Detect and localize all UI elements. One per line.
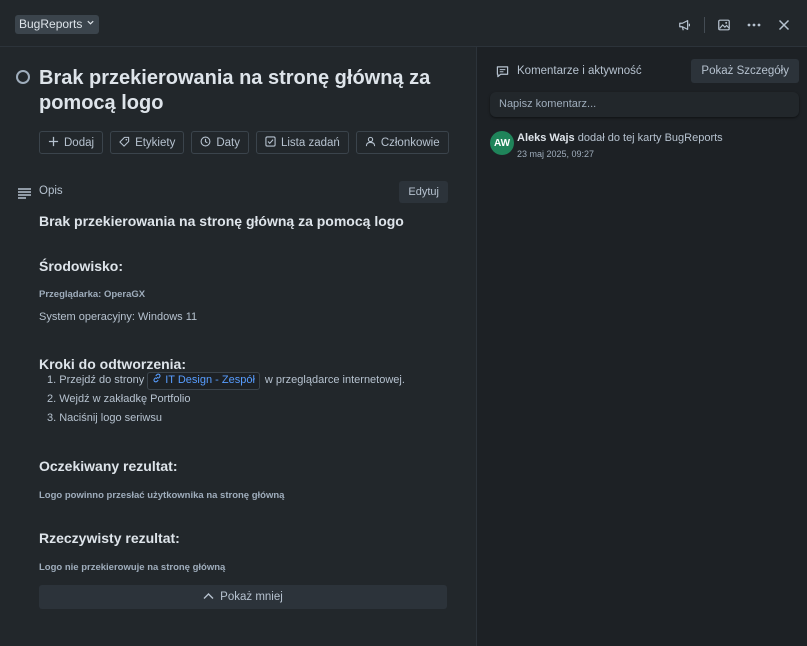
comment-icon [496,65,509,83]
os-text: System operacyjny: Windows 11 [39,311,198,323]
members-label: Członkowie [380,136,440,149]
step-item: 1. Przejdź do strony IT Design - Zespół … [47,371,405,390]
activity-user[interactable]: Aleks Wajs [517,132,575,144]
labels-label: Etykiety [135,136,176,149]
steps-list: 1. Przejdź do strony IT Design - Zespół … [47,371,405,428]
checklist-label: Lista zadań [280,136,340,149]
step-item: 2. Wejdź w zakładkę Portfolio [47,390,405,409]
card-header-bar: BugReports [0,0,807,47]
edit-description-button[interactable]: Edytuj [399,181,448,203]
more-icon[interactable] [741,12,767,38]
description-header: Opis Edytuj [18,181,448,203]
checklist-button[interactable]: Lista zadań [255,131,349,154]
close-icon[interactable] [771,12,797,38]
card-main-panel: Brak przekierowania na stronę główną za … [0,47,477,646]
expected-heading: Oczekiwany rezultat: [39,458,178,474]
activity-text: Aleks Wajs dodał do tej karty BugReports [517,132,723,144]
step-item: 3. Naciśnij logo seriwsu [47,409,405,428]
steps-heading: Kroki do odtworzenia: [39,356,186,372]
card-actions: Dodaj Etykiety Daty Lista zadań Członkow… [39,131,449,154]
label-icon [119,136,130,150]
members-button[interactable]: Członkowie [355,131,449,154]
clock-icon [200,136,211,150]
actual-text: Logo nie przekierowuje na stronę główną [39,562,226,573]
expected-text: Logo powinno przesłać użytkownika na str… [39,490,285,501]
checklist-icon [265,135,276,150]
description-label: Opis [39,185,63,197]
description-icon [18,186,31,204]
board-name: BugReports [19,17,83,31]
comments-panel: Komentarze i aktywność Pokaż Szczegóły A… [478,47,807,646]
add-button[interactable]: Dodaj [39,131,104,154]
board-selector[interactable]: BugReports [15,15,100,34]
team-page-link[interactable]: IT Design - Zespół [147,371,260,390]
divider [704,17,705,33]
actual-heading: Rzeczywisty rezultat: [39,530,180,546]
link-label: IT Design - Zespół [165,374,255,386]
show-details-button[interactable]: Pokaż Szczegóły [691,59,799,83]
show-less-button[interactable]: Pokaż mniej [39,585,447,609]
step1-text: Przejdź do strony [59,374,145,386]
image-icon[interactable] [711,12,737,38]
avatar[interactable]: AW [490,131,514,155]
dates-label: Daty [216,136,240,149]
comment-input[interactable] [490,92,799,117]
labels-button[interactable]: Etykiety [110,131,185,154]
step3-text: Naciśnij logo seriwsu [59,412,162,424]
step2-text: Wejdź w zakładkę Portfolio [59,393,191,405]
complete-card-radio[interactable] [16,70,30,84]
environment-heading: Środowisko: [39,258,124,274]
activity-timestamp[interactable]: 23 maj 2025, 09:27 [517,149,594,159]
card-title[interactable]: Brak przekierowania na stronę główną za … [39,66,459,116]
browser-text: Przeglądarka: OperaGX [39,289,146,300]
dates-button[interactable]: Daty [191,131,249,154]
show-less-label: Pokaż mniej [220,591,283,603]
plus-icon [48,136,59,150]
megaphone-icon[interactable] [672,12,698,38]
description-heading: Brak przekierowania na stronę główną za … [39,213,404,229]
step1-after-text: w przeglądarce internetowej. [264,374,405,386]
link-icon [152,371,162,390]
chevron-up-icon [203,591,214,603]
comments-heading: Komentarze i aktywność [517,65,642,77]
chevron-down-icon [86,15,95,34]
add-label: Dodaj [64,136,95,149]
activity-action: dodał do tej karty BugReports [577,132,723,144]
person-icon [365,136,376,150]
